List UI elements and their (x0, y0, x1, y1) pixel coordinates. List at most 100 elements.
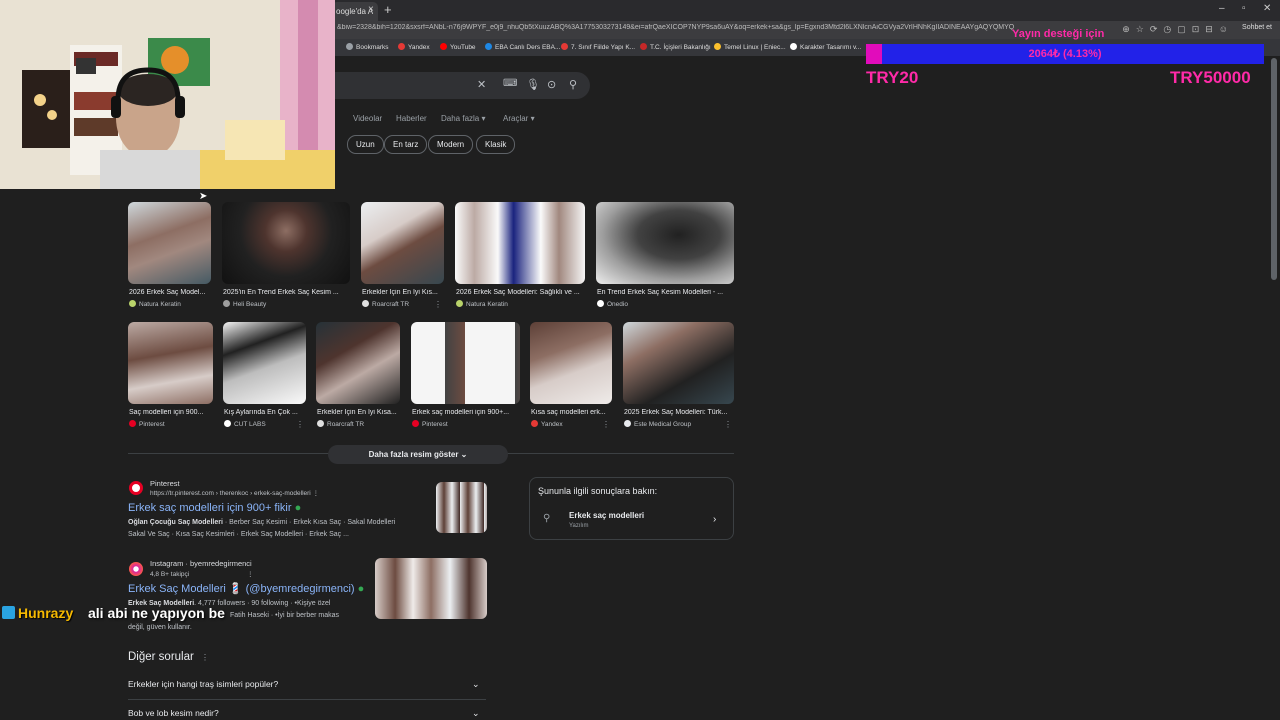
result-title-link[interactable]: Erkek Saç Modelleri 💈 (@byemredegirmenci… (128, 582, 364, 595)
image-result[interactable]: Saç modelleri için 900... Pinterest (128, 322, 213, 432)
keyboard-icon[interactable]: ⌨ (503, 78, 517, 89)
result-breadcrumb[interactable]: 4,8 B+ takipçi ⋮ (150, 570, 254, 578)
image-result[interactable]: 2025'in En Trend Erkek Saç Kesim ... Hel… (222, 202, 350, 312)
result-site-name: Instagram · byemredegirmenci (150, 559, 252, 568)
url-field[interactable]: &biw=2328&bih=1202&sxsrf=ANbL-n76j9WPYF_… (337, 24, 1037, 31)
image-caption[interactable]: Saç modelleri için 900... (129, 409, 211, 416)
maximize-icon[interactable]: ▫ (1242, 3, 1246, 14)
result-site-name: Pinterest (150, 479, 180, 488)
pinterest-logo-icon (129, 481, 143, 495)
image-thumbnail[interactable] (128, 202, 211, 284)
source-favicon-icon (624, 420, 631, 427)
image-result[interactable]: Erkekler İçin En İyi Kısa... Roarcraft T… (316, 322, 400, 432)
image-thumbnail[interactable] (222, 202, 350, 284)
microphone-icon[interactable]: 🎙 (526, 78, 540, 91)
bookmark-item[interactable]: YouTube (440, 43, 476, 51)
chevron-down-icon[interactable]: ⌄ (472, 679, 480, 690)
image-caption[interactable]: En Trend Erkek Saç Kesim Modelleri - ... (597, 289, 733, 296)
chevron-down-icon: ⌄ (460, 450, 468, 459)
result-thumbnail[interactable] (436, 482, 487, 533)
image-caption[interactable]: 2025'in En Trend Erkek Saç Kesim ... (223, 289, 347, 296)
filter-chip[interactable]: Klasik (476, 135, 516, 154)
clear-search-icon[interactable]: ✕ (477, 78, 486, 91)
webcam-overlay (0, 0, 335, 189)
image-caption[interactable]: 2026 Erkek Saç Modelleri: Sağlıklı ve ..… (456, 289, 580, 296)
tab-news[interactable]: Haberler (396, 114, 427, 123)
image-thumbnail[interactable] (223, 322, 306, 404)
image-result[interactable]: Kış Aylarında En Çok ... CUT LABS ⋮ (223, 322, 306, 432)
image-caption[interactable]: 2025 Erkek Saç Modelleri: Türk... (624, 409, 732, 416)
image-thumbnail[interactable] (455, 202, 585, 284)
donation-amount: 2064₺ (4.13%) (1028, 48, 1102, 60)
image-caption[interactable]: Kış Aylarında En Çok ... (224, 409, 304, 416)
result-breadcrumb[interactable]: https://tr.pinterest.com › therenkoc › e… (150, 489, 319, 497)
toolbar-extension-icons[interactable]: ⊕☆⟳◷▢⊡⊟☺ (1122, 24, 1234, 35)
bookmark-favicon-icon (714, 43, 721, 50)
tab-more[interactable]: Daha fazla ▾ (441, 114, 486, 123)
more-options-icon[interactable]: ⋮ (724, 420, 732, 429)
more-options-icon[interactable]: ⋮ (201, 653, 209, 662)
filter-chip[interactable]: En tarz (384, 135, 428, 154)
bookmark-item[interactable]: Yandex (398, 43, 430, 51)
image-result[interactable]: Kısa saç modelleri erk... Yandex ⋮ (530, 322, 612, 432)
question-item[interactable]: Bob ve lob kesim nedir? (128, 708, 219, 718)
bookmark-item[interactable]: Bookmarks (346, 43, 389, 51)
new-tab-icon[interactable]: + (384, 2, 392, 17)
image-caption[interactable]: Kısa saç modelleri erk... (531, 409, 611, 416)
more-options-icon[interactable]: ⋮ (434, 300, 442, 309)
filter-chip[interactable]: Uzun (347, 135, 384, 154)
related-item[interactable]: Erkek saç modelleri (569, 511, 644, 520)
camera-search-icon[interactable]: ⊙ (547, 78, 556, 91)
image-caption[interactable]: 2026 Erkek Saç Model... (129, 289, 211, 296)
image-result[interactable]: Erkekler İçin En İyi Kıs... Roarcraft TR… (361, 202, 444, 312)
image-result[interactable]: 2026 Erkek Saç Model... Natura Keratin (128, 202, 211, 312)
chevron-right-icon[interactable]: › (713, 514, 716, 525)
result-title-link[interactable]: Erkek saç modelleri için 900+ fikir ● (128, 502, 301, 514)
image-thumbnail[interactable] (128, 322, 213, 404)
image-result[interactable]: Erkek saç modelleri için 900+... Pintere… (411, 322, 520, 432)
tab-tools[interactable]: Araçlar ▾ (503, 114, 535, 123)
bookmark-item[interactable]: 7. Sınıf Fiilde Yapı K... (561, 43, 635, 51)
image-thumbnail[interactable] (411, 322, 520, 404)
minimize-icon[interactable]: – (1219, 3, 1225, 14)
filter-chip[interactable]: Modern (428, 135, 474, 154)
result-thumbnail[interactable] (375, 558, 487, 619)
tab-videos[interactable]: Videolar (353, 114, 382, 123)
instagram-logo-icon (129, 562, 143, 576)
image-result[interactable]: En Trend Erkek Saç Kesim Modelleri - ...… (596, 202, 734, 312)
verified-icon: ● (294, 502, 302, 514)
image-result[interactable]: 2025 Erkek Saç Modelleri: Türk... Este M… (623, 322, 734, 432)
chat-username: Hunrazy (18, 605, 74, 621)
more-options-icon: ⋮ (247, 571, 254, 578)
image-thumbnail[interactable] (623, 322, 734, 404)
image-thumbnail[interactable] (316, 322, 400, 404)
bookmark-item[interactable]: T.C. İçişleri Bakanlığı (640, 43, 711, 51)
bookmark-item[interactable]: Karakter Tasarımı v... (790, 43, 861, 51)
image-caption[interactable]: Erkek saç modelleri için 900+... (412, 409, 518, 416)
image-thumbnail[interactable] (596, 202, 734, 284)
scrollbar[interactable] (1271, 58, 1277, 280)
more-options-icon[interactable]: ⋮ (296, 420, 304, 429)
image-thumbnail[interactable] (361, 202, 444, 284)
chevron-down-icon[interactable]: ⌄ (472, 708, 480, 719)
image-caption[interactable]: Erkekler İçin En İyi Kısa... (317, 409, 399, 416)
chevron-down-icon: ▾ (530, 114, 535, 123)
image-result[interactable]: 2026 Erkek Saç Modelleri: Sağlıklı ve ..… (455, 202, 585, 312)
image-caption[interactable]: Erkekler İçin En İyi Kıs... (362, 289, 442, 296)
chat-button[interactable]: Sohbet et (1242, 24, 1272, 31)
question-item[interactable]: Erkekler için hangi traş isimleri popüle… (128, 679, 278, 689)
bookmark-favicon-icon (790, 43, 797, 50)
chevron-down-icon: ▾ (481, 114, 486, 123)
result-snippet: Oğlan Çocuğu Saç Modelleri · Berber Saç … (128, 519, 396, 538)
image-thumbnail[interactable] (530, 322, 612, 404)
search-icon[interactable]: ⚲ (569, 78, 577, 91)
image-source: Pinterest (129, 420, 165, 428)
bookmark-item[interactable]: Temel Linux | Eniec... (714, 43, 786, 51)
more-options-icon[interactable]: ⋮ (602, 420, 610, 429)
bookmark-item[interactable]: EBA Canlı Ders EBA... (485, 43, 560, 51)
source-favicon-icon (362, 300, 369, 307)
close-tab-icon[interactable]: × (368, 4, 374, 15)
image-source: Roarcraft TR (317, 420, 364, 428)
close-window-icon[interactable]: ✕ (1263, 3, 1271, 14)
show-more-images-button[interactable]: Daha fazla resim göster ⌄ (328, 445, 508, 464)
